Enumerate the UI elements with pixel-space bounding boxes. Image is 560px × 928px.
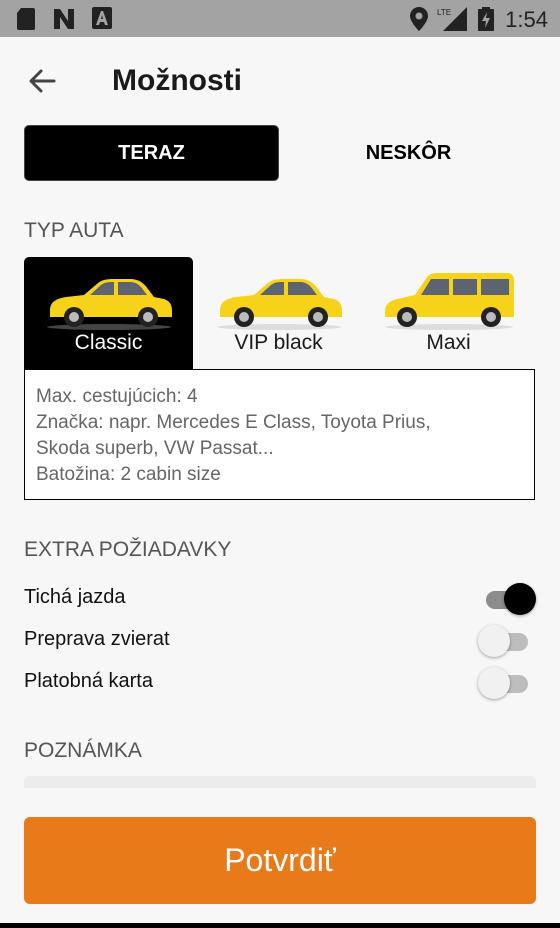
note-input[interactable] (24, 776, 536, 788)
card-payment-toggle[interactable] (478, 665, 536, 701)
car-option-vip-black[interactable]: VIP black (194, 257, 363, 369)
car-option-classic[interactable]: Classic (24, 257, 193, 369)
tab-later[interactable]: NESKÔR (281, 125, 536, 181)
n-notification-icon (54, 9, 74, 29)
van-car-icon (384, 273, 514, 330)
sedan-car-icon (46, 279, 172, 330)
toggle-thumb (478, 625, 510, 657)
car-option-label: VIP black (234, 331, 323, 354)
quiet-ride-toggle[interactable] (478, 581, 536, 617)
sedan-car-icon (216, 279, 342, 330)
page-title: Možnosti (112, 64, 242, 97)
back-arrow-icon[interactable] (22, 61, 62, 101)
sd-card-icon (17, 8, 35, 30)
car-option-label: Classic (74, 331, 143, 354)
car-detail-brand: Značka: napr. Mercedes E Class, Toyota P… (36, 412, 431, 433)
car-type-heading: TYP AUTA (24, 219, 124, 242)
car-detail-passengers: Max. cestujúcich: 4 (36, 386, 198, 407)
extra-card-payment-row: Platobná karta (24, 662, 536, 702)
car-option-label: Maxi (426, 331, 471, 354)
lte-signal-icon: LTE (437, 7, 467, 31)
car-detail-luggage: Batožina: 2 cabin size (36, 464, 221, 485)
toggle-thumb (478, 667, 510, 699)
car-option-maxi[interactable]: Maxi (364, 257, 533, 369)
app-bar: Možnosti (0, 37, 560, 125)
time-toggle: TERAZ NESKÔR (24, 125, 536, 181)
location-icon (410, 7, 428, 31)
confirm-button[interactable]: Potvrdiť (24, 817, 536, 904)
network-label: LTE (437, 8, 451, 17)
extra-label: Tichá jazda (24, 586, 126, 608)
car-detail-brand-cont: Skoda superb, VW Passat... (36, 438, 274, 459)
status-time: 1:54 (505, 7, 548, 32)
car-type-selector: Classic VIP black Maxi (24, 257, 536, 369)
extra-label: Platobná karta (24, 670, 153, 692)
toggle-thumb (504, 583, 536, 615)
note-heading: POZNÁMKA (24, 739, 142, 762)
pet-transport-toggle[interactable] (478, 623, 536, 659)
extra-label: Preprava zvierat (24, 628, 170, 650)
nav-bar (0, 923, 560, 928)
extras-heading: EXTRA POŽIADAVKY (24, 538, 232, 561)
status-bar: LTE 1:54 (0, 0, 560, 37)
battery-charging-icon (478, 7, 494, 31)
tab-now[interactable]: TERAZ (24, 125, 279, 181)
extra-quiet-ride-row: Tichá jazda (24, 578, 536, 618)
extra-pet-transport-row: Preprava zvierat (24, 620, 536, 660)
font-notification-icon (92, 7, 112, 29)
car-details-box: Max. cestujúcich: 4 Značka: napr. Merced… (24, 369, 535, 500)
